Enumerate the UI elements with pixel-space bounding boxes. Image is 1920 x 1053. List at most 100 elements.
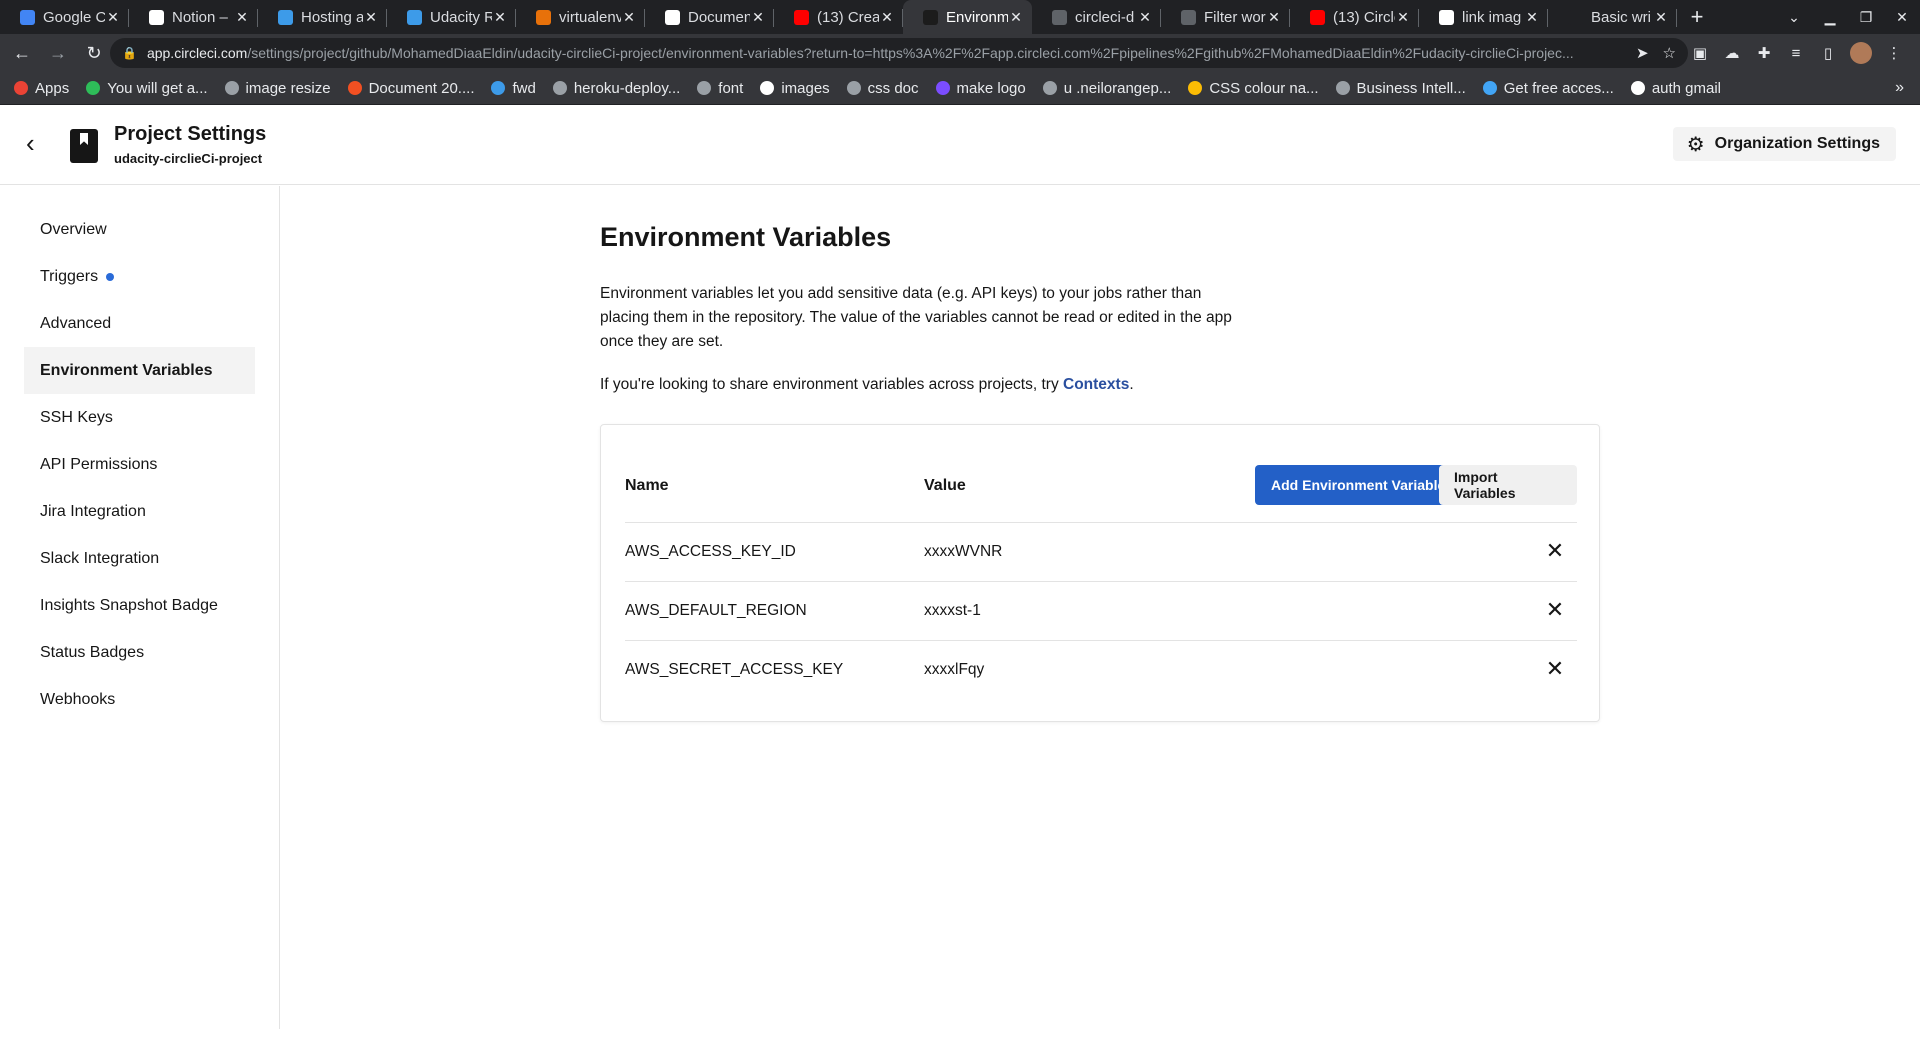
bookmark-item[interactable]: u .neilorangep...: [1042, 80, 1171, 97]
back-arrow-icon[interactable]: ←: [8, 39, 36, 67]
browser-tab[interactable]: Hosting a ✕: [258, 0, 387, 34]
bookmarks-bar: Apps You will get a... image resize Documen…: [0, 72, 1920, 105]
sidebar-item-label: Overview: [40, 220, 107, 238]
sidebar-item-status-badges[interactable]: Status Badges: [24, 629, 255, 676]
sidebar-item-label: Jira Integration: [40, 502, 146, 520]
tab-search-icon[interactable]: ⌄: [1776, 9, 1812, 26]
tab-title: (13) Circle: [1333, 8, 1395, 26]
tab-close-icon[interactable]: ✕: [1653, 9, 1669, 26]
sidebar-item-overview[interactable]: Overview: [24, 206, 255, 253]
sidepanel-icon[interactable]: ▯: [1812, 44, 1844, 62]
browser-tab[interactable]: Google Ca✕: [0, 0, 129, 34]
new-tab-button[interactable]: +: [1677, 0, 1717, 34]
restore-icon[interactable]: ❐: [1848, 9, 1884, 26]
tab-favicon-icon: [1568, 9, 1583, 25]
tab-close-icon[interactable]: ✕: [750, 9, 766, 26]
bookmark-item[interactable]: image resize: [224, 79, 331, 97]
reload-icon[interactable]: ↻: [80, 39, 108, 67]
puzzle-icon[interactable]: ✚: [1748, 44, 1780, 62]
browser-tab[interactable]: Udacity R ✕: [387, 0, 516, 34]
sidebar-item-api-permissions[interactable]: API Permissions: [24, 441, 255, 488]
add-environment-variable-button[interactable]: Add Environment Variable: [1255, 465, 1462, 505]
address-bar[interactable]: 🔒 app.circleci.com/settings/project/gith…: [110, 38, 1688, 68]
bookmark-favicon-icon: [760, 81, 775, 95]
bookmark-favicon-icon: [1630, 81, 1645, 95]
tab-close-icon[interactable]: ✕: [492, 9, 508, 26]
sidebar-item-environment-variables[interactable]: Environment Variables: [24, 347, 255, 394]
tab-close-icon[interactable]: ✕: [1266, 9, 1282, 26]
send-icon[interactable]: ➤: [1636, 44, 1649, 62]
browser-tab[interactable]: (13) Creat ✕: [774, 0, 903, 34]
back-chevron-icon[interactable]: ‹: [26, 130, 50, 156]
media-icon[interactable]: ≡: [1780, 45, 1812, 62]
sidebar-item-insights-snapshot-badge[interactable]: Insights Snapshot Badge: [24, 582, 255, 629]
tab-favicon-icon: [1052, 9, 1067, 25]
delete-variable-icon[interactable]: ✕: [1543, 537, 1567, 565]
tab-close-icon[interactable]: ✕: [879, 9, 895, 26]
browser-tab-strip: Google Ca✕Notion – ✕Hosting a✕Udacity R✕…: [0, 0, 1920, 34]
bookmark-item[interactable]: fwd: [491, 80, 536, 97]
organization-settings-button[interactable]: ⚙ Organization Settings: [1672, 127, 1896, 161]
sidebar-item-webhooks[interactable]: Webhooks: [24, 676, 255, 723]
bookmark-item[interactable]: make logo: [935, 80, 1026, 97]
bookmark-item[interactable]: You will get a...: [86, 80, 208, 97]
extension-icon[interactable]: ▣: [1684, 44, 1716, 62]
sidebar-item-label: API Permissions: [40, 455, 158, 473]
tab-close-icon[interactable]: ✕: [621, 9, 637, 26]
contexts-link[interactable]: Contexts: [1063, 376, 1129, 393]
profile-avatar[interactable]: [1850, 42, 1872, 64]
tab-close-icon[interactable]: ✕: [363, 9, 379, 26]
delete-variable-icon[interactable]: ✕: [1543, 596, 1567, 624]
browser-tab[interactable]: Notion – ✕: [129, 0, 258, 34]
page-title: Environment Variables: [600, 222, 892, 252]
browser-tab[interactable]: (13) Circle✕: [1290, 0, 1419, 34]
bookmark-item[interactable]: Apps: [14, 80, 69, 97]
bookmark-item[interactable]: images: [760, 80, 830, 97]
cloud-icon[interactable]: ☁: [1716, 44, 1748, 62]
sidebar-item-jira-integration[interactable]: Jira Integration: [24, 488, 255, 535]
bookmark-star-icon[interactable]: ☆: [1663, 44, 1676, 62]
tab-title: Udacity R: [430, 8, 492, 26]
tab-close-icon[interactable]: ✕: [1008, 9, 1024, 26]
bookmark-label: image resize: [245, 79, 331, 97]
browser-tab[interactable]: Basic wri ✕: [1548, 0, 1677, 34]
tab-favicon-icon: [20, 9, 35, 25]
settings-sidebar: Overview Triggers Advanced Environment Vari…: [0, 186, 280, 1029]
tab-close-icon[interactable]: ✕: [1137, 9, 1153, 26]
sidebar-item-slack-integration[interactable]: Slack Integration: [24, 535, 255, 582]
tab-close-icon[interactable]: ✕: [1524, 9, 1540, 26]
bookmark-item[interactable]: heroku-deploy...: [552, 80, 680, 97]
close-window-icon[interactable]: ✕: [1884, 9, 1920, 26]
bookmark-item[interactable]: Document 20....: [347, 80, 474, 97]
tab-close-icon[interactable]: ✕: [1395, 9, 1411, 26]
browser-tab[interactable]: Documen ✕: [645, 0, 774, 34]
bookmark-item[interactable]: Get free acces...: [1482, 80, 1614, 97]
browser-tab[interactable]: Environm ✕: [903, 0, 1032, 34]
browser-tab[interactable]: link imag ✕: [1419, 0, 1548, 34]
tab-close-icon[interactable]: ✕: [234, 9, 250, 26]
menu-icon[interactable]: ⋮: [1878, 44, 1910, 62]
window-controls: ⌄ ▁ ❐ ✕: [1776, 0, 1920, 34]
table-row: AWS_DEFAULT_REGION xxxxst-1 ✕: [625, 582, 1577, 641]
delete-variable-icon[interactable]: ✕: [1543, 655, 1567, 683]
bookmark-item[interactable]: auth gmail: [1630, 80, 1721, 97]
bookmark-item[interactable]: Business Intell...: [1335, 80, 1466, 97]
tab-close-icon[interactable]: ✕: [105, 9, 121, 26]
bookmark-favicon-icon: [1042, 81, 1057, 95]
browser-tab[interactable]: Filter wor ✕: [1161, 0, 1290, 34]
tab-title: circleci-d: [1075, 8, 1135, 26]
browser-tab[interactable]: virtualenv ✕: [516, 0, 645, 34]
forward-arrow-icon[interactable]: →: [44, 39, 72, 67]
sidebar-item-ssh-keys[interactable]: SSH Keys: [24, 394, 255, 441]
bookmark-item[interactable]: css doc: [846, 80, 919, 97]
sidebar-item-triggers[interactable]: Triggers: [24, 253, 255, 300]
import-variables-button[interactable]: Import Variables: [1439, 465, 1577, 505]
browser-tab[interactable]: circleci-d ✕: [1032, 0, 1161, 34]
minimize-icon[interactable]: ▁: [1812, 9, 1848, 26]
bookmarks-overflow-icon[interactable]: »: [1895, 79, 1904, 97]
bookmark-item[interactable]: CSS colour na...: [1188, 80, 1319, 97]
sidebar-item-advanced[interactable]: Advanced: [24, 300, 255, 347]
tab-title: link imag: [1462, 8, 1522, 26]
bookmark-favicon-icon: [224, 81, 239, 95]
bookmark-item[interactable]: font: [697, 80, 743, 97]
